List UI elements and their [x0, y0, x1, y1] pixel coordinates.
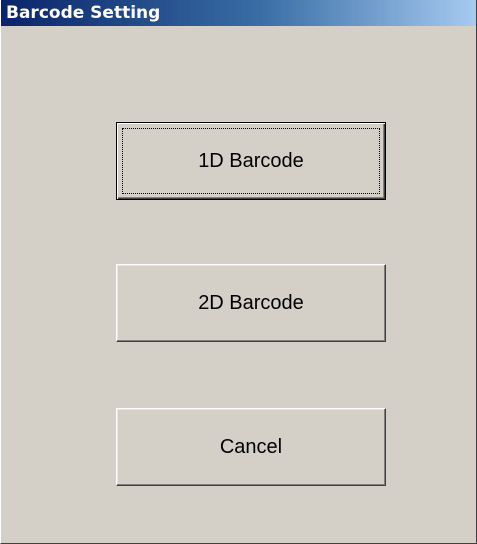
2d-barcode-button[interactable]: 2D Barcode: [116, 264, 386, 342]
1d-barcode-button[interactable]: 1D Barcode: [116, 122, 386, 200]
dialog-body: 1D Barcode 2D Barcode Cancel: [1, 26, 476, 543]
window-title: Barcode Setting: [6, 3, 161, 23]
1d-barcode-label: 1D Barcode: [198, 149, 304, 172]
2d-barcode-label: 2D Barcode: [198, 291, 304, 314]
title-bar[interactable]: Barcode Setting: [1, 0, 476, 26]
cancel-label: Cancel: [219, 435, 283, 458]
cancel-button[interactable]: Cancel: [116, 408, 386, 486]
barcode-setting-dialog: Barcode Setting 1D Barcode 2D Barcode Ca…: [0, 0, 477, 544]
